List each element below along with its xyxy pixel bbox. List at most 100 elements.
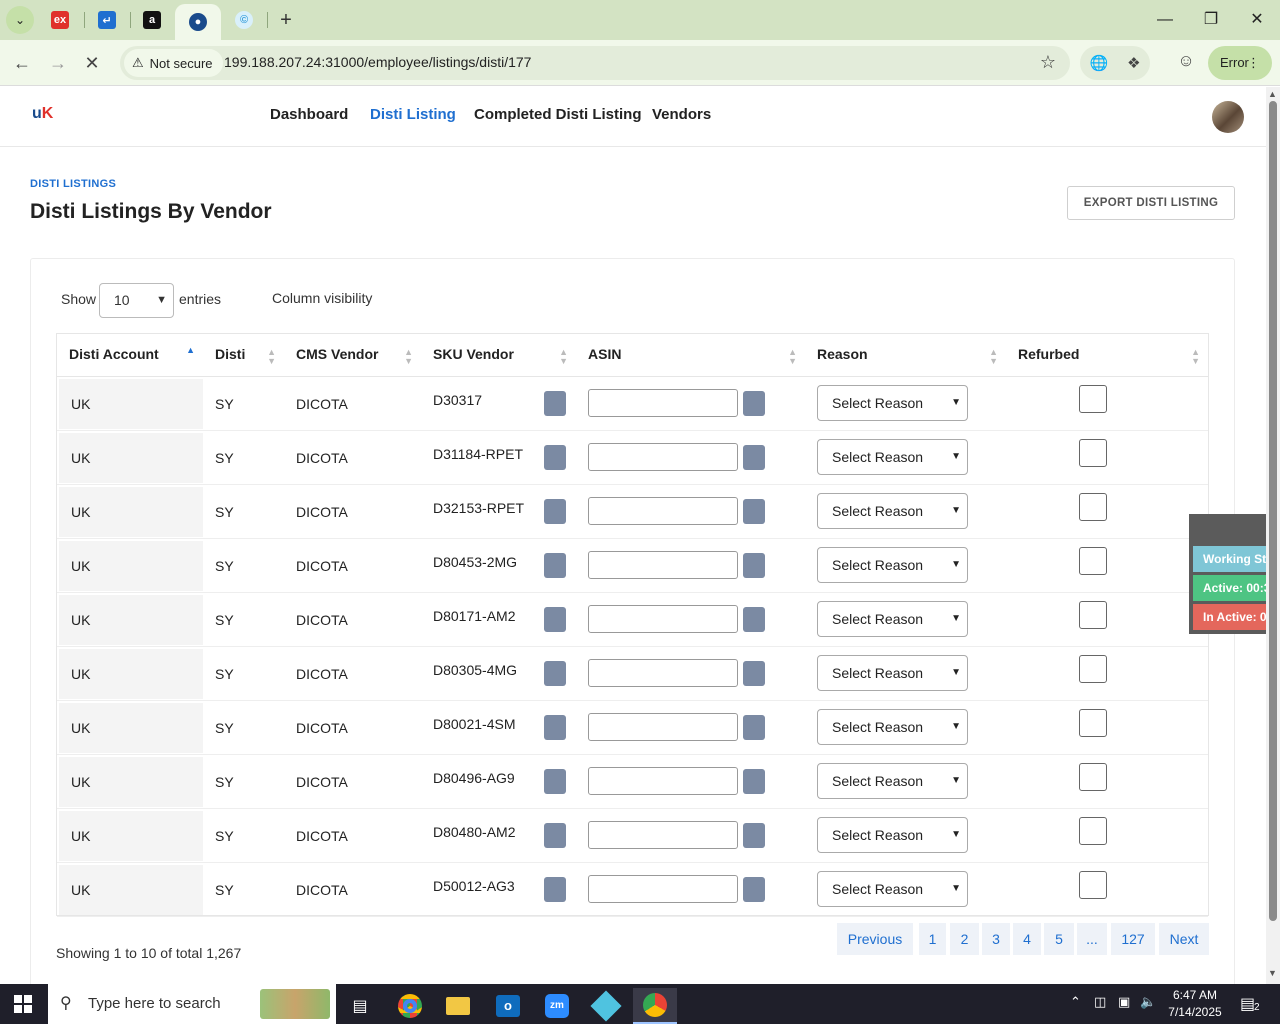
asin-action-button[interactable] [743,391,765,416]
pagination-page-3[interactable]: 3 [982,923,1010,955]
asin-action-button[interactable] [743,607,765,632]
notification-icon[interactable]: ▤ [1240,994,1255,1014]
nav-vendors[interactable]: Vendors [652,106,711,123]
task-view-icon[interactable]: ▤ [338,988,382,1024]
profile-icon[interactable]: ☺ [1174,51,1198,75]
refurbed-checkbox[interactable] [1079,709,1107,737]
browser-tab[interactable]: ↵ [84,0,130,40]
asin-action-button[interactable] [743,877,765,902]
copy-sku-button[interactable] [544,499,566,524]
browser-tab[interactable]: © [221,0,267,40]
outlook-icon[interactable]: o [486,988,530,1024]
reason-select[interactable]: Select Reason ▼ [817,655,968,691]
column-header-reason[interactable]: Reason ▲ ▼ [805,334,1006,376]
tab-search-dropdown-icon[interactable]: ⌄ [6,6,34,34]
asin-input[interactable] [588,443,738,471]
nav-completed-disti-listing[interactable]: Completed Disti Listing [474,106,642,123]
asin-input[interactable] [588,875,738,903]
zoom-icon[interactable]: zm [535,988,579,1024]
file-explorer-icon[interactable] [436,988,480,1024]
reason-select[interactable]: Select Reason ▼ [817,709,968,745]
volume-icon[interactable]: 🔈 [1140,994,1156,1010]
windows-start-icon[interactable] [14,995,32,1013]
taskbar-search[interactable]: ⚲ Type here to search [48,984,336,1024]
copy-sku-button[interactable] [544,661,566,686]
page-scrollbar[interactable]: ▲ ▼ [1266,87,1280,984]
asin-action-button[interactable] [743,715,765,740]
refurbed-checkbox[interactable] [1079,763,1107,791]
refurbed-checkbox[interactable] [1079,601,1107,629]
minimize-icon[interactable]: — [1150,8,1180,32]
export-disti-listing-button[interactable]: EXPORT DISTI LISTING [1067,186,1235,220]
copy-sku-button[interactable] [544,877,566,902]
stop-loading-icon[interactable]: ✕ [80,51,104,75]
browser-tab-active[interactable]: ● [175,4,221,40]
column-header-refurbed[interactable]: Refurbed ▲ ▼ [1006,334,1208,376]
show-hidden-icons-icon[interactable]: ⌃ [1070,994,1081,1010]
pagination-previous[interactable]: Previous [837,923,913,955]
refurbed-checkbox[interactable] [1079,547,1107,575]
column-header-asin[interactable]: ASIN ▲ ▼ [576,334,805,376]
asin-input[interactable] [588,767,738,795]
scrollbar-thumb[interactable] [1269,101,1277,921]
asin-input[interactable] [588,389,738,417]
refurbed-checkbox[interactable] [1079,385,1107,413]
nav-disti-listing[interactable]: Disti Listing [370,106,456,123]
reason-select[interactable]: Select Reason ▼ [817,871,968,907]
asin-input[interactable] [588,551,738,579]
copy-sku-button[interactable] [544,553,566,578]
chrome-profile-icon[interactable] [633,988,677,1024]
copy-sku-button[interactable] [544,607,566,632]
app-logo[interactable]: uK [32,105,58,127]
user-avatar[interactable] [1212,101,1244,133]
asin-input[interactable] [588,605,738,633]
forward-icon[interactable]: → [46,51,70,75]
refurbed-checkbox[interactable] [1079,655,1107,683]
column-visibility-button[interactable]: Column visibility [272,290,372,306]
reason-select[interactable]: Select Reason ▼ [817,763,968,799]
reason-select[interactable]: Select Reason ▼ [817,439,968,475]
browser-tab[interactable]: ex [37,0,83,40]
pagination-page-1[interactable]: 1 [919,923,946,955]
asin-action-button[interactable] [743,499,765,524]
security-icon[interactable]: ◫ [1094,994,1106,1010]
pagination-next[interactable]: Next [1159,923,1209,955]
column-header-disti[interactable]: Disti ▲ ▼ [203,334,284,376]
copy-sku-button[interactable] [544,823,566,848]
column-header-disti-account[interactable]: Disti Account ▲ [57,334,203,376]
scroll-down-icon[interactable]: ▼ [1268,968,1277,978]
reason-select[interactable]: Select Reason ▼ [817,817,968,853]
browser-tab[interactable]: a [129,0,175,40]
asin-action-button[interactable] [743,661,765,686]
column-header-cms-vendor[interactable]: CMS Vendor ▲ ▼ [284,334,421,376]
network-icon[interactable]: ▣ [1118,994,1130,1010]
asin-input[interactable] [588,497,738,525]
refurbed-checkbox[interactable] [1079,493,1107,521]
reason-select[interactable]: Select Reason ▼ [817,547,968,583]
back-icon[interactable]: ← [10,51,34,75]
bookmark-star-icon[interactable]: ☆ [1040,52,1056,73]
restore-icon[interactable]: ❐ [1196,8,1226,32]
app-icon[interactable] [584,988,628,1024]
refurbed-checkbox[interactable] [1079,871,1107,899]
asin-input[interactable] [588,821,738,849]
site-info-chip[interactable]: ⚠ Not secure [124,49,223,77]
reason-select[interactable]: Select Reason ▼ [817,601,968,637]
pagination-page-5[interactable]: 5 [1044,923,1074,955]
url-text[interactable]: 199.188.207.24:31000/employee/listings/d… [224,54,531,70]
scroll-up-icon[interactable]: ▲ [1268,89,1277,99]
reason-select[interactable]: Select Reason ▼ [817,385,968,421]
reason-select[interactable]: Select Reason ▼ [817,493,968,529]
close-icon[interactable]: ✕ [1242,8,1272,32]
asin-input[interactable] [588,713,738,741]
error-button[interactable]: Error ⋮ [1208,46,1272,80]
refurbed-checkbox[interactable] [1079,439,1107,467]
asin-action-button[interactable] [743,769,765,794]
entries-select[interactable]: 10 ▼ [99,283,174,318]
copy-sku-button[interactable] [544,715,566,740]
pagination-page-2[interactable]: 2 [950,923,979,955]
translate-icon[interactable]: 🌐 [1089,54,1108,72]
address-bar[interactable]: ⚠ Not secure 199.188.207.24:31000/employ… [120,46,1070,80]
extensions-puzzle-icon[interactable]: ❖ [1127,54,1140,72]
column-header-sku-vendor[interactable]: SKU Vendor ▲ ▼ [421,334,576,376]
